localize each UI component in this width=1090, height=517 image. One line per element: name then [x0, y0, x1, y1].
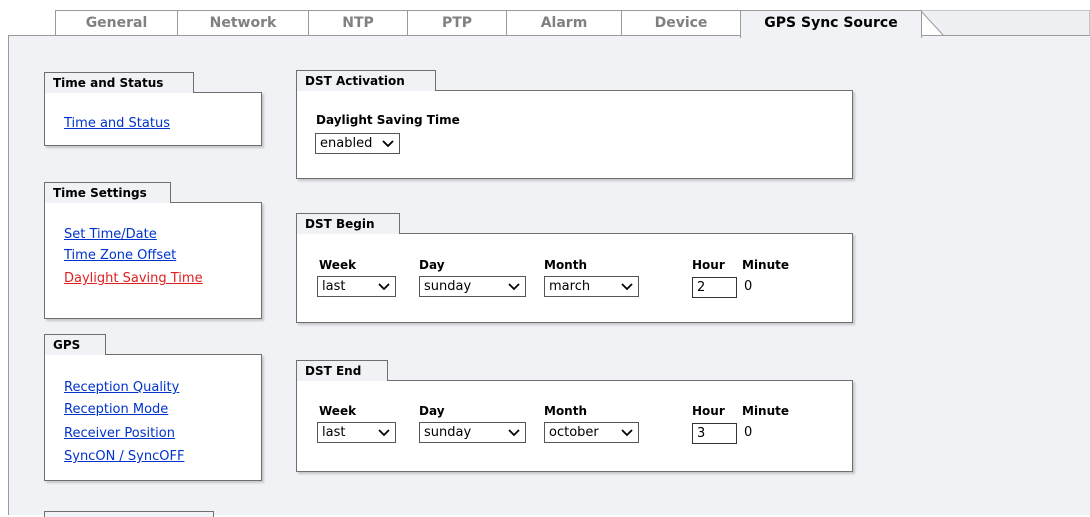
link-receiver-position[interactable]: Receiver Position — [64, 426, 175, 441]
chevron-down-icon — [621, 429, 633, 437]
tab-alarm[interactable]: Alarm — [506, 10, 622, 36]
tab-bar-filler — [920, 10, 1090, 36]
label-week: Week — [319, 258, 357, 272]
label-hour: Hour — [692, 258, 725, 272]
select-value: sunday — [424, 425, 472, 440]
label-month: Month — [544, 404, 588, 418]
tab-baseline — [8, 35, 1090, 36]
group-title-dst-end: DST End — [296, 360, 388, 381]
chevron-down-icon — [508, 429, 520, 437]
link-synconsyncoff[interactable]: SyncON / SyncOFF — [64, 449, 184, 464]
value-begin-minute: 0 — [744, 279, 753, 294]
value-end-minute: 0 — [744, 425, 753, 440]
tab-general[interactable]: General — [55, 10, 178, 36]
label-month: Month — [544, 258, 588, 272]
tab-ntp[interactable]: NTP — [308, 10, 408, 36]
link-daylight-saving-time[interactable]: Daylight Saving Time — [64, 271, 203, 286]
group-title-dst-activation: DST Activation — [296, 70, 436, 91]
link-time-zone-offset[interactable]: Time Zone Offset — [64, 248, 176, 263]
link-set-time-date[interactable]: Set Time/Date — [64, 227, 157, 242]
input-end-hour[interactable]: 3 — [692, 423, 737, 444]
select-end-month[interactable]: october — [544, 422, 639, 443]
chevron-down-icon — [508, 283, 520, 291]
select-begin-month[interactable]: march — [544, 276, 639, 297]
label-minute: Minute — [742, 404, 790, 418]
group-title-partial — [44, 511, 214, 517]
label-hour: Hour — [692, 404, 725, 418]
select-value: last — [322, 279, 346, 294]
group-title-time-settings: Time Settings — [44, 182, 171, 203]
chevron-down-icon — [378, 283, 390, 291]
content-area: Time and Status Time and Status Time Set… — [8, 36, 1090, 517]
label-minute: Minute — [742, 258, 790, 272]
select-dst-activation[interactable]: enabled — [315, 133, 400, 154]
label-daylight-saving-time: Daylight Saving Time — [316, 113, 460, 127]
tab-network[interactable]: Network — [177, 10, 309, 36]
group-title-gps: GPS — [44, 334, 106, 355]
tab-device[interactable]: Device — [621, 10, 741, 36]
chevron-down-icon — [382, 140, 394, 148]
link-time-and-status[interactable]: Time and Status — [64, 116, 170, 131]
chevron-down-icon — [378, 429, 390, 437]
select-begin-day[interactable]: sunday — [419, 276, 526, 297]
select-end-day[interactable]: sunday — [419, 422, 526, 443]
tab-gps-sync-source[interactable]: GPS Sync Source — [740, 10, 922, 38]
select-begin-week[interactable]: last — [317, 276, 396, 297]
group-title-time-status: Time and Status — [44, 72, 194, 93]
input-begin-hour[interactable]: 2 — [692, 277, 737, 298]
label-day: Day — [419, 404, 445, 418]
select-value: october — [549, 425, 599, 440]
select-value: sunday — [424, 279, 472, 294]
chevron-down-icon — [621, 283, 633, 291]
label-week: Week — [319, 404, 357, 418]
select-value: last — [322, 425, 346, 440]
tab-ptp[interactable]: PTP — [407, 10, 507, 36]
label-day: Day — [419, 258, 445, 272]
select-end-week[interactable]: last — [317, 422, 396, 443]
select-value: enabled — [320, 136, 373, 151]
select-value: march — [549, 279, 591, 294]
link-reception-mode[interactable]: Reception Mode — [64, 402, 168, 417]
link-reception-quality[interactable]: Reception Quality — [64, 380, 179, 395]
group-title-dst-begin: DST Begin — [296, 213, 400, 234]
